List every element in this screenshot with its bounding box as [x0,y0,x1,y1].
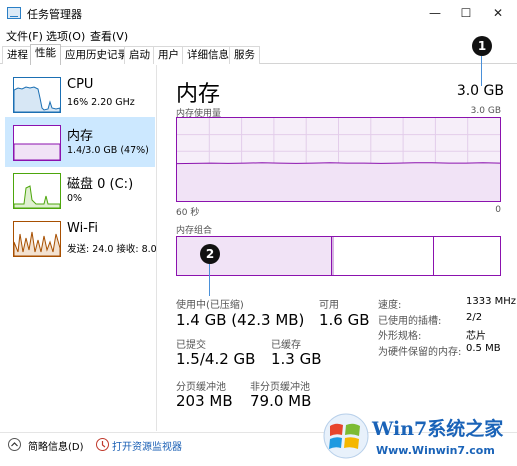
nonpaged-pool-value: 79.0 MB [250,392,312,410]
tab-app-history[interactable]: 应用历史记录 [60,46,133,64]
memory-usage-graph [176,117,501,202]
sidebar-item-title: Wi-Fi [67,221,99,236]
menu-options[interactable]: 选项(O) [46,28,85,44]
slots-label: 已使用的插槽: [378,316,442,327]
composition-label: 内存组合 [176,226,213,236]
sidebar-item-title: 磁盘 0 (C:) [67,177,134,192]
committed-label: 已提交 [176,340,206,351]
speed-label: 速度: [378,300,402,311]
watermark: Win7系统之家 Www.Winwin7.com [316,408,516,464]
watermark-brand: Win7系统之家 [372,418,504,440]
paged-pool-value: 203 MB [176,392,233,410]
menu-view[interactable]: 查看(V) [90,28,128,44]
callout-line-1 [481,56,482,86]
menu-bar: 文件(F) 选项(O) 查看(V) [0,26,517,44]
callout-badge-2: 2 [200,244,220,264]
chevron-up-icon[interactable] [8,438,21,451]
page-title: 内存 [176,82,221,107]
sidebar-item-memory[interactable]: 内存 1.4/3.0 GB (47%) [5,117,155,167]
graph-time-left: 60 秒 [176,208,200,218]
available-label: 可用 [319,300,339,311]
graph-time-right: 0 [495,205,501,215]
composition-standby [334,237,434,275]
in-use-label: 使用中(已压缩) [176,300,244,311]
tab-bar: 进程 性能 应用历史记录 启动 用户 详细信息 服务 [0,44,517,65]
sidebar-item-subtitle: 发送: 24.0 接收: 8.0 [67,244,157,255]
tab-processes[interactable]: 进程 [2,46,33,64]
sidebar-item-subtitle: 16% 2.20 GHz [67,97,135,108]
resource-monitor-icon [96,438,109,451]
tab-details[interactable]: 详细信息 [182,46,234,64]
sidebar-item-cpu[interactable]: CPU 16% 2.20 GHz [5,69,155,119]
sidebar-item-title: CPU [67,77,94,92]
task-manager-icon [7,7,21,19]
in-use-value: 1.4 GB (42.3 MB) [176,311,305,329]
tab-performance[interactable]: 性能 [30,44,61,65]
paged-pool-label: 分页缓冲池 [176,382,226,393]
slots-value: 2/2 [466,312,483,323]
open-resource-monitor-link[interactable]: 打开资源监视器 [112,438,182,453]
form-factor-value: 芯片 [466,331,486,342]
cpu-thumbnail-graph [13,77,61,113]
available-value: 1.6 GB [319,311,370,329]
cached-value: 1.3 GB [271,350,322,368]
sidebar-item-subtitle: 1.4/3.0 GB (47%) [67,145,149,156]
cached-label: 已缓存 [271,340,301,351]
sidebar-item-disk[interactable]: 磁盘 0 (C:) 0% [5,165,155,215]
memory-thumbnail-graph [13,125,61,161]
memory-composition-bar [176,236,501,276]
menu-file[interactable]: 文件(F) [6,28,43,44]
committed-value: 1.5/4.2 GB [176,350,256,368]
memory-usage-area [177,162,500,201]
sidebar-item-wifi[interactable]: Wi-Fi 发送: 24.0 接收: 8.0 [5,213,157,263]
watermark-url: Www.Winwin7.com [376,444,495,457]
brief-info-button[interactable]: 简略信息(D) [28,438,84,453]
nonpaged-pool-label: 非分页缓冲池 [250,382,310,393]
resource-sidebar: CPU 16% 2.20 GHz 内存 1.4/3.0 GB (47%) 磁盘 … [0,65,157,431]
form-factor-label: 外形规格: [378,331,422,342]
memory-usage-chart [177,118,500,201]
sidebar-item-title: 内存 [67,129,94,144]
wifi-thumbnail-graph [13,221,61,257]
tab-users[interactable]: 用户 [153,46,184,64]
title-bar: 任务管理器 — ☐ ✕ [0,0,517,26]
hardware-reserved-label: 为硬件保留的内存: [378,347,462,358]
hardware-reserved-value: 0.5 MB [466,343,501,354]
close-button[interactable]: ✕ [479,0,517,26]
disk-thumbnail-graph [13,173,61,209]
tab-startup[interactable]: 启动 [124,46,155,64]
callout-badge-1: 1 [472,36,492,56]
sidebar-item-subtitle: 0% [67,193,83,204]
callout-line-2 [209,264,210,296]
usage-graph-max: 3.0 GB [470,106,501,116]
window-title: 任务管理器 [27,8,82,21]
tab-services[interactable]: 服务 [229,46,260,64]
speed-value: 1333 MHz [466,296,517,307]
